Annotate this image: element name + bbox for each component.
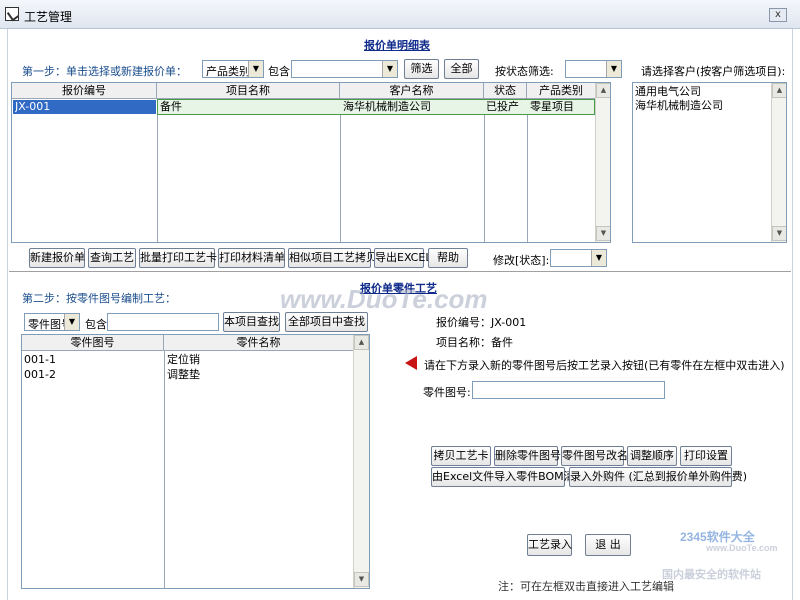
modify-status-label: 修改[状态]: bbox=[493, 254, 550, 267]
brand-sub-watermark: 国内最安全的软件站 bbox=[662, 569, 761, 581]
quote-table-header: 报价编号 项目名称 客户名称 状态 产品类别 bbox=[12, 83, 610, 99]
brand-url-watermark: www.DuoTe.com bbox=[706, 543, 778, 553]
window-title: 工艺管理 bbox=[24, 10, 73, 24]
chevron-down-icon[interactable]: ▼ bbox=[382, 61, 397, 77]
cell-part-no: 001-2 bbox=[24, 368, 56, 381]
customer-list-scrollbar[interactable]: ▲ ▼ bbox=[771, 83, 786, 242]
chevron-down-icon[interactable]: ▼ bbox=[248, 61, 263, 77]
part-no-input[interactable] bbox=[472, 381, 665, 399]
col-part-no[interactable]: 零件图号 bbox=[22, 335, 164, 351]
section-divider bbox=[9, 271, 791, 273]
customer-panel-label: 请选择客户(按客户筛选项目): bbox=[641, 65, 786, 78]
filter-button[interactable]: 筛选 bbox=[404, 59, 439, 79]
part-contains-label: 包含 bbox=[85, 318, 107, 331]
help-button[interactable]: 帮助 bbox=[428, 248, 468, 268]
enter-purchased-button[interactable]: 录入外购件 (汇总到报价单外购件费) bbox=[569, 467, 747, 487]
project-name-info: 项目名称：备件 bbox=[436, 336, 513, 349]
app-icon bbox=[5, 7, 19, 21]
list-item[interactable]: 海华机械制造公司 bbox=[635, 99, 723, 113]
exit-button[interactable]: 退 出 bbox=[585, 534, 631, 556]
all-button[interactable]: 全部 bbox=[444, 59, 479, 79]
print-materials-button[interactable]: 打印材料清单 bbox=[218, 248, 285, 268]
process-entry-button[interactable]: 工艺录入 bbox=[527, 534, 572, 556]
quote-no-info: 报价编号：JX-001 bbox=[436, 316, 527, 329]
cell-status: 已投产 bbox=[486, 100, 519, 113]
step2-label: 第二步：按零件图号编制工艺： bbox=[22, 292, 176, 305]
part-search-input[interactable] bbox=[107, 313, 219, 331]
chevron-down-icon[interactable]: ▼ bbox=[591, 250, 606, 266]
col-project-name[interactable]: 项目名称 bbox=[157, 83, 340, 99]
cell-quote-no: JX-001 bbox=[15, 100, 51, 113]
category-select[interactable]: 产品类别 ▼ bbox=[202, 60, 264, 78]
entry-hint: 请在下方录入新的零件图号后按工艺录入按钮(已有零件在左框中双击进入) bbox=[424, 359, 785, 372]
scroll-up-icon[interactable]: ▲ bbox=[772, 83, 786, 98]
cell-part-no: 001-1 bbox=[24, 353, 56, 366]
part-field-select[interactable]: 零件图号 ▼ bbox=[24, 313, 80, 331]
search-current-button[interactable]: 本项目查找 bbox=[223, 312, 280, 332]
part-no-label: 零件图号: bbox=[423, 386, 471, 399]
cell-part-name: 定位销 bbox=[167, 353, 200, 366]
parts-table-scrollbar[interactable]: ▲ ▼ bbox=[353, 335, 369, 588]
print-settings-button[interactable]: 打印设置 bbox=[680, 446, 732, 466]
col-customer-name[interactable]: 客户名称 bbox=[340, 83, 484, 99]
rename-part-button[interactable]: 零件图号改名 bbox=[561, 446, 628, 466]
chevron-down-icon[interactable]: ▼ bbox=[606, 61, 621, 77]
status-filter-select[interactable]: ▼ bbox=[565, 60, 622, 78]
step1-label: 第一步：单击选择或新建报价单： bbox=[22, 65, 187, 78]
cell-project-name: 备件 bbox=[160, 100, 182, 113]
scroll-up-icon[interactable]: ▲ bbox=[354, 335, 369, 350]
category-select-value: 产品类别 bbox=[206, 65, 250, 78]
query-process-button[interactable]: 查询工艺 bbox=[88, 248, 136, 268]
quote-table-scrollbar[interactable]: ▲ ▼ bbox=[595, 83, 610, 242]
scroll-down-icon[interactable]: ▼ bbox=[596, 226, 610, 241]
search-all-button[interactable]: 全部项目中查找 bbox=[285, 312, 368, 332]
parts-table[interactable]: 零件图号 零件名称 001-1 定位销 001-2 调整垫 ▲ ▼ bbox=[21, 334, 370, 589]
batch-print-button[interactable]: 批量打印工艺卡 bbox=[139, 248, 217, 268]
footer-note: 注：可在左框双击直接进入工艺编辑 bbox=[498, 580, 674, 593]
scroll-down-icon[interactable]: ▼ bbox=[354, 572, 369, 587]
col-part-name[interactable]: 零件名称 bbox=[164, 335, 353, 351]
chevron-down-icon[interactable]: ▼ bbox=[64, 314, 79, 330]
copy-card-button[interactable]: 拷贝工艺卡 bbox=[431, 446, 491, 466]
delete-part-button[interactable]: 删除零件图号 bbox=[494, 446, 561, 466]
export-excel-button[interactable]: 导出EXCEL bbox=[374, 248, 431, 268]
col-quote-no[interactable]: 报价编号 bbox=[12, 83, 157, 99]
import-bom-button[interactable]: 由Excel文件导入零件BOM清单 bbox=[431, 467, 586, 487]
duote-watermark: www.DuoTe.com bbox=[280, 284, 488, 314]
col-category[interactable]: 产品类别 bbox=[527, 83, 595, 99]
copy-similar-button[interactable]: 相似项目工艺拷贝 bbox=[288, 248, 377, 268]
customer-list[interactable]: 通用电气公司 海华机械制造公司 ▲ ▼ bbox=[632, 82, 787, 243]
close-button[interactable]: x bbox=[769, 8, 787, 22]
contains-combo[interactable]: ▼ bbox=[291, 60, 398, 78]
cell-customer-name: 海华机械制造公司 bbox=[343, 100, 431, 113]
status-filter-label: 按状态筛选: bbox=[495, 65, 554, 78]
parts-table-header: 零件图号 零件名称 bbox=[22, 335, 369, 351]
col-status[interactable]: 状态 bbox=[484, 83, 527, 99]
contains-label: 包含 bbox=[268, 65, 290, 78]
list-item[interactable]: 通用电气公司 bbox=[635, 85, 701, 99]
modify-status-select[interactable]: ▼ bbox=[550, 249, 607, 267]
scroll-up-icon[interactable]: ▲ bbox=[596, 83, 610, 98]
quote-table[interactable]: 报价编号 项目名称 客户名称 状态 产品类别 JX-001 备件 海华机械制造公… bbox=[11, 82, 611, 243]
adjust-order-button[interactable]: 调整顺序 bbox=[627, 446, 677, 466]
new-quote-button[interactable]: 新建报价单 bbox=[29, 248, 85, 268]
arrow-left-icon bbox=[405, 356, 417, 370]
quote-list-title: 报价单明细表 bbox=[364, 39, 430, 52]
cell-part-name: 调整垫 bbox=[167, 368, 200, 381]
scroll-down-icon[interactable]: ▼ bbox=[772, 226, 786, 241]
cell-category: 零星项目 bbox=[530, 100, 574, 113]
title-bar: 工艺管理 x bbox=[0, 0, 800, 29]
